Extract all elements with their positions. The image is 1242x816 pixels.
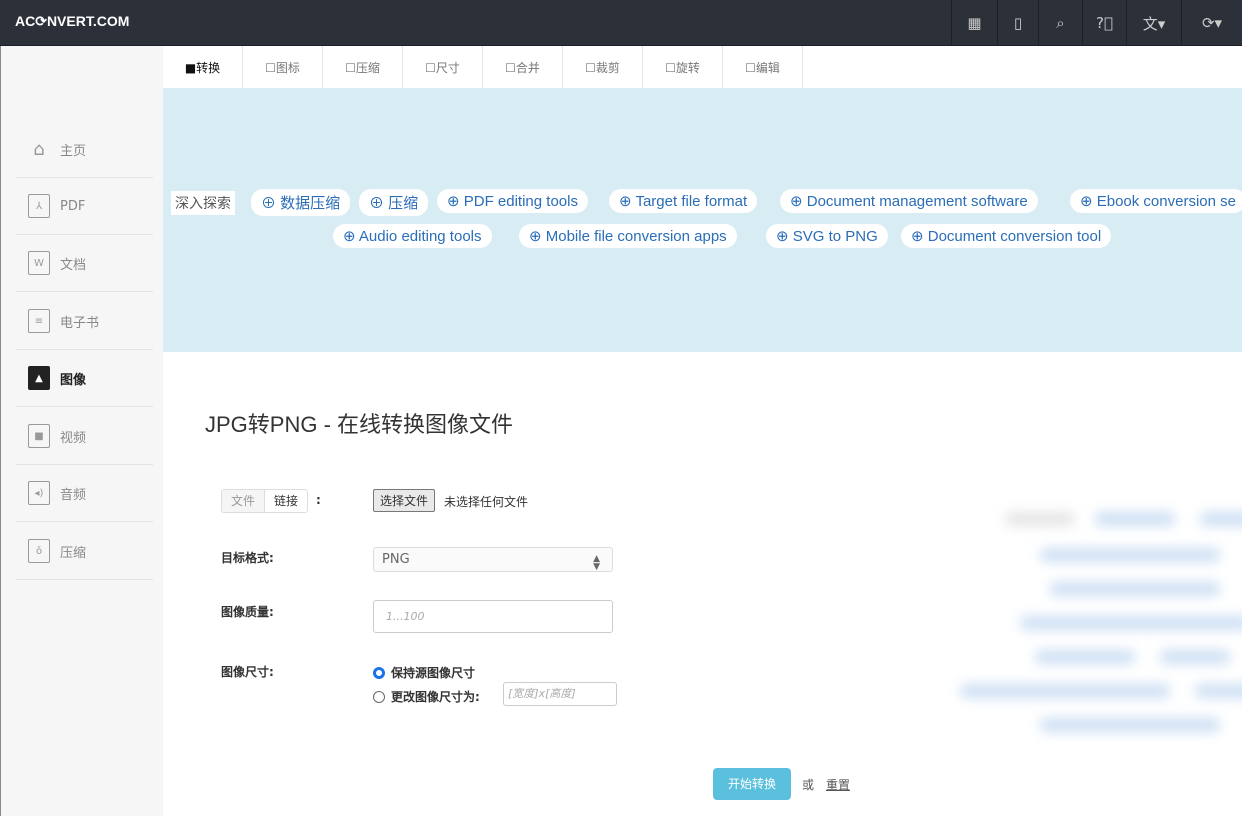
sidebar-item-document[interactable]: W 文档 [16, 235, 153, 292]
tag-link[interactable]: ⊕ Mobile file conversion apps [519, 224, 737, 248]
sidebar-item-label: 电子书 [60, 315, 100, 331]
language-icon[interactable]: 文▾ [1126, 0, 1181, 46]
colon: : [316, 493, 321, 507]
target-format-label: 目标格式: [221, 551, 274, 565]
radio-unchecked-icon [373, 690, 385, 703]
select-value: PNG [382, 552, 410, 567]
radio-label: 更改图像尺寸为: [391, 690, 480, 704]
home-icon: ⌂ [33, 138, 45, 160]
blurred-ad-panel [945, 490, 1242, 750]
word-icon: W [28, 251, 50, 275]
reset-link[interactable]: 重置 [826, 776, 850, 793]
quality-input[interactable]: 1...100 [373, 600, 613, 633]
tag-link[interactable]: ⊕ 数据压缩 [251, 189, 351, 216]
archive-icon: ǒ [28, 539, 50, 563]
sidebar-item-label: 音频 [60, 487, 87, 503]
tab-convert[interactable]: ■转换 [163, 46, 243, 88]
tool-tabs: ■转换 ☐图标 ☐压缩 ☐尺寸 ☐合并 ☐裁剪 ☐旋转 ☐编辑 [163, 46, 803, 88]
tab-file[interactable]: 文件 [222, 490, 266, 512]
no-file-text: 未选择任何文件 [444, 495, 529, 509]
quality-label: 图像质量: [221, 605, 274, 619]
tablet-icon[interactable]: ▯ [997, 0, 1038, 46]
radio-change-size[interactable]: 更改图像尺寸为: [373, 688, 480, 705]
target-format-select[interactable]: PNG ▲ ▼ [373, 547, 613, 572]
search-icon[interactable]: ⌕ [1038, 0, 1082, 46]
sidebar-item-audio[interactable]: ◂) 音频 [16, 465, 153, 522]
tag-link[interactable]: ⊕ 压缩 [359, 189, 429, 216]
sync-icon[interactable]: ⟳▾ [1181, 0, 1242, 46]
audio-icon: ◂) [28, 481, 50, 505]
tab-icon[interactable]: ☐图标 [243, 46, 323, 88]
size-input[interactable]: [宽度]x[高度] [503, 682, 617, 706]
tag-link[interactable]: ⊕ PDF editing tools [437, 189, 588, 213]
sidebar-item-label: 主页 [60, 143, 87, 159]
size-label: 图像尺寸: [221, 665, 274, 679]
choose-file-button[interactable]: 选择文件 [373, 489, 436, 512]
sidebar-item-home[interactable]: ⌂ 主页 [16, 121, 153, 178]
tag-link[interactable]: ⊕ Target file format [609, 189, 758, 213]
or-text: 或 [802, 778, 815, 792]
sidebar-item-label: 图像 [60, 372, 87, 388]
sidebar-item-label: 文档 [60, 257, 87, 273]
sidebar-item-image[interactable]: ▲ 图像 [16, 350, 153, 407]
tag-link[interactable]: ⊕ Document conversion tool [901, 224, 1112, 248]
sidebar-item-label: 视频 [60, 430, 87, 446]
sidebar-item-video[interactable]: ■ 视频 [16, 408, 153, 465]
select-arrow-down-icon: ▼ [593, 562, 600, 572]
tag-link[interactable]: ⊕ SVG to PNG [766, 224, 888, 248]
radio-keep-size[interactable]: 保持源图像尺寸 [373, 664, 475, 681]
start-convert-button[interactable]: 开始转换 [713, 768, 791, 800]
tab-link[interactable]: 链接 [265, 490, 307, 512]
sidebar-item-archive[interactable]: ǒ 压缩 [16, 523, 153, 580]
top-bar: AC⟳NVERT.COM ▦ ▯ ⌕ ?⃝ 文▾ ⟳▾ [0, 0, 1242, 46]
explore-banner: 深入探索 ⊕ 数据压缩 ⊕ 压缩 ⊕ PDF editing tools ⊕ T… [163, 88, 1242, 352]
tab-compress[interactable]: ☐压缩 [323, 46, 403, 88]
tab-merge[interactable]: ☐合并 [483, 46, 563, 88]
ebook-icon: ≡ [28, 309, 50, 333]
page-title: JPG转PNG - 在线转换图像文件 [205, 412, 514, 437]
source-toggle: 文件 链接 [221, 489, 309, 513]
grid-icon[interactable]: ▦ [951, 0, 997, 46]
pdf-icon: ⅄ [28, 194, 50, 218]
sidebar-item-ebook[interactable]: ≡ 电子书 [16, 293, 153, 350]
tab-crop[interactable]: ☐裁剪 [563, 46, 643, 88]
sidebar-item-label: 压缩 [60, 545, 87, 561]
sidebar: ⌂ 主页 ⅄ PDF W 文档 ≡ 电子书 ▲ 图像 ■ 视频 ◂) 音频 ǒ 压缩 [0, 46, 163, 816]
tab-rotate[interactable]: ☐旋转 [643, 46, 723, 88]
tab-edit[interactable]: ☐编辑 [723, 46, 803, 88]
radio-checked-icon [373, 666, 385, 679]
tab-resize[interactable]: ☐尺寸 [403, 46, 483, 88]
video-icon: ■ [28, 424, 50, 448]
sidebar-item-label: PDF [60, 198, 86, 214]
logo[interactable]: AC⟳NVERT.COM [15, 13, 129, 30]
tag-link[interactable]: ⊕ Document management software [780, 189, 1038, 213]
help-icon[interactable]: ?⃝ [1082, 0, 1126, 46]
explore-label: 深入探索 [171, 191, 235, 215]
radio-label: 保持源图像尺寸 [391, 666, 476, 680]
tag-link[interactable]: ⊕ Audio editing tools [333, 224, 492, 248]
tag-link[interactable]: ⊕ Ebook conversion se [1070, 189, 1242, 213]
sidebar-item-pdf[interactable]: ⅄ PDF [16, 178, 153, 235]
image-icon: ▲ [28, 366, 50, 390]
